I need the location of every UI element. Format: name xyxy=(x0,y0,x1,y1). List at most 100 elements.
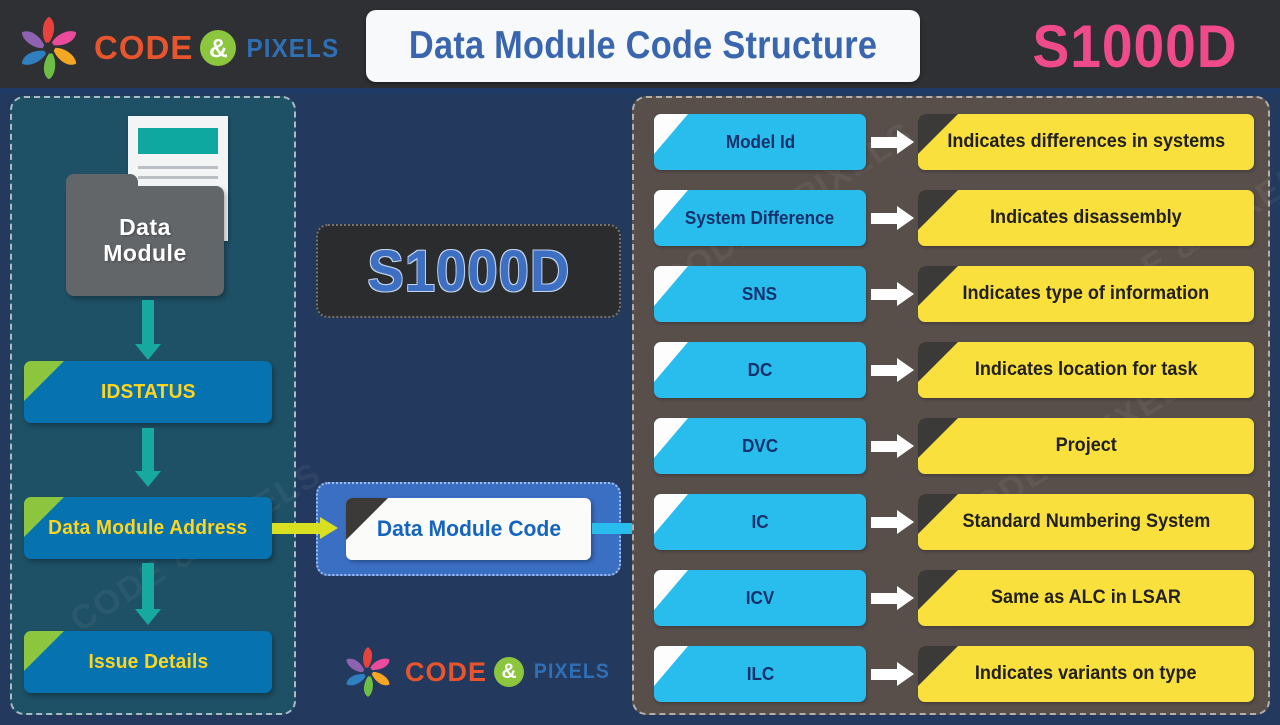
header-underline xyxy=(0,88,1280,94)
code-element-box[interactable]: ICV xyxy=(654,570,866,626)
code-element-box[interactable]: ILC xyxy=(654,646,866,702)
logo-pixels-word: PIXELS xyxy=(533,660,611,683)
corner-accent xyxy=(918,342,958,382)
table-row[interactable]: Model Id Indicates differences in system… xyxy=(654,114,1254,170)
footer-brand-logo: CODE & PIXELS xyxy=(340,645,613,699)
left-box-label: Issue Details xyxy=(88,650,208,673)
description-box[interactable]: Indicates disassembly xyxy=(918,190,1254,246)
code-element-label: ICV xyxy=(745,587,775,608)
code-element-box[interactable]: System Difference xyxy=(654,190,866,246)
code-element-label: SNS xyxy=(742,283,778,304)
description-box[interactable]: Indicates type of information xyxy=(918,266,1254,322)
corner-accent xyxy=(918,570,958,610)
table-row[interactable]: IC Standard Numbering System xyxy=(654,494,1254,550)
corner-accent xyxy=(654,570,688,610)
corner-accent xyxy=(918,266,958,306)
folder-label-line1: Data xyxy=(119,214,171,241)
logo-ampersand-badge: & xyxy=(200,30,237,66)
table-row[interactable]: ICV Same as ALC in LSAR xyxy=(654,570,1254,626)
description-label: Indicates variants on type xyxy=(975,663,1197,684)
corner-accent xyxy=(654,646,688,686)
arrow-right-icon xyxy=(866,418,918,474)
code-element-box[interactable]: SNS xyxy=(654,266,866,322)
description-label: Indicates location for task xyxy=(974,359,1198,380)
table-row[interactable]: SNS Indicates type of information xyxy=(654,266,1254,322)
corner-accent xyxy=(654,190,688,230)
corner-accent xyxy=(24,631,64,671)
code-elements-panel: CODE & PIXELS CODE & PIXELS CODE & PIXEL… xyxy=(632,96,1280,715)
corner-accent xyxy=(654,114,688,154)
document-text-line xyxy=(138,166,218,169)
data-module-code-box[interactable]: Data Module Code xyxy=(346,498,591,560)
arrow-right-icon xyxy=(866,342,918,398)
code-element-box[interactable]: DVC xyxy=(654,418,866,474)
arrow-right-icon xyxy=(866,570,918,626)
arrow-down-address-to-issue xyxy=(135,563,161,625)
standard-badge-box: S1000D xyxy=(316,224,621,318)
code-element-label: DC xyxy=(747,359,773,380)
description-box[interactable]: Indicates differences in systems xyxy=(918,114,1254,170)
arrow-right-icon xyxy=(866,114,918,170)
left-box-label: IDSTATUS xyxy=(100,380,196,403)
logo-code-word: CODE xyxy=(405,656,488,687)
logo-ampersand-badge: & xyxy=(494,657,525,687)
header-standard-brand: S1000D xyxy=(1032,12,1238,80)
middle-panel: S1000D Data Module Code xyxy=(306,96,626,715)
table-row[interactable]: ILC Indicates variants on type xyxy=(654,646,1254,702)
code-element-label: System Difference xyxy=(685,207,835,228)
code-element-box[interactable]: IC xyxy=(654,494,866,550)
logo-pixels-word: PIXELS xyxy=(246,32,340,63)
arrow-right-icon xyxy=(866,646,918,702)
code-element-label: Model Id xyxy=(725,131,795,152)
brand-logo-text: CODE & PIXELS xyxy=(94,29,343,67)
infographic-page: CODE & PIXELS Data Module Code Structure… xyxy=(0,0,1280,725)
pinwheel-logo-icon xyxy=(340,645,396,699)
arrow-down-folder-to-idstatus xyxy=(135,300,161,360)
description-box[interactable]: Standard Numbering System xyxy=(918,494,1254,550)
left-box-issue-details[interactable]: Issue Details xyxy=(24,631,272,693)
table-row[interactable]: System Difference Indicates disassembly xyxy=(654,190,1254,246)
code-element-box[interactable]: Model Id xyxy=(654,114,866,170)
left-box-data-module-address[interactable]: Data Module Address xyxy=(24,497,272,559)
data-module-code-container[interactable]: Data Module Code xyxy=(316,482,621,576)
corner-accent xyxy=(654,494,688,534)
corner-accent xyxy=(918,418,958,458)
description-box[interactable]: Same as ALC in LSAR xyxy=(918,570,1254,626)
standard-badge-text: S1000D xyxy=(367,238,570,304)
corner-accent xyxy=(918,646,958,686)
description-label: Same as ALC in LSAR xyxy=(991,587,1181,608)
left-box-idstatus[interactable]: IDSTATUS xyxy=(24,361,272,423)
corner-accent xyxy=(24,361,64,401)
left-box-label: Data Module Address xyxy=(48,516,248,539)
folder-label-line2: Module xyxy=(103,240,187,266)
logo-code-word: CODE xyxy=(94,29,194,66)
table-row[interactable]: DVC Project xyxy=(654,418,1254,474)
brand-logo: CODE & PIXELS xyxy=(14,14,343,82)
document-text-line xyxy=(138,176,218,179)
description-label: Indicates disassembly xyxy=(990,207,1182,228)
description-label: Indicates type of information xyxy=(962,283,1210,304)
corner-accent xyxy=(918,494,958,534)
table-row[interactable]: DC Indicates location for task xyxy=(654,342,1254,398)
corner-accent xyxy=(654,418,688,458)
arrow-down-idstatus-to-address xyxy=(135,428,161,487)
description-box[interactable]: Project xyxy=(918,418,1254,474)
description-box[interactable]: Indicates location for task xyxy=(918,342,1254,398)
code-element-label: ILC xyxy=(746,663,774,684)
corner-accent xyxy=(654,266,688,306)
description-box[interactable]: Indicates variants on type xyxy=(918,646,1254,702)
page-title-box: Data Module Code Structure xyxy=(366,10,920,82)
corner-accent xyxy=(918,190,958,230)
pinwheel-logo-icon xyxy=(14,14,84,82)
footer-logo-text: CODE & PIXELS xyxy=(405,657,613,688)
page-title: Data Module Code Structure xyxy=(408,24,878,67)
document-header-band xyxy=(138,128,218,154)
code-element-box[interactable]: DC xyxy=(654,342,866,398)
arrow-right-icon xyxy=(866,494,918,550)
code-element-label: IC xyxy=(751,511,769,532)
code-element-label: DVC xyxy=(741,435,779,456)
description-label: Standard Numbering System xyxy=(962,511,1210,532)
corner-accent xyxy=(654,342,688,382)
description-label: Indicates differences in systems xyxy=(947,131,1225,152)
description-label: Project xyxy=(1055,435,1117,456)
